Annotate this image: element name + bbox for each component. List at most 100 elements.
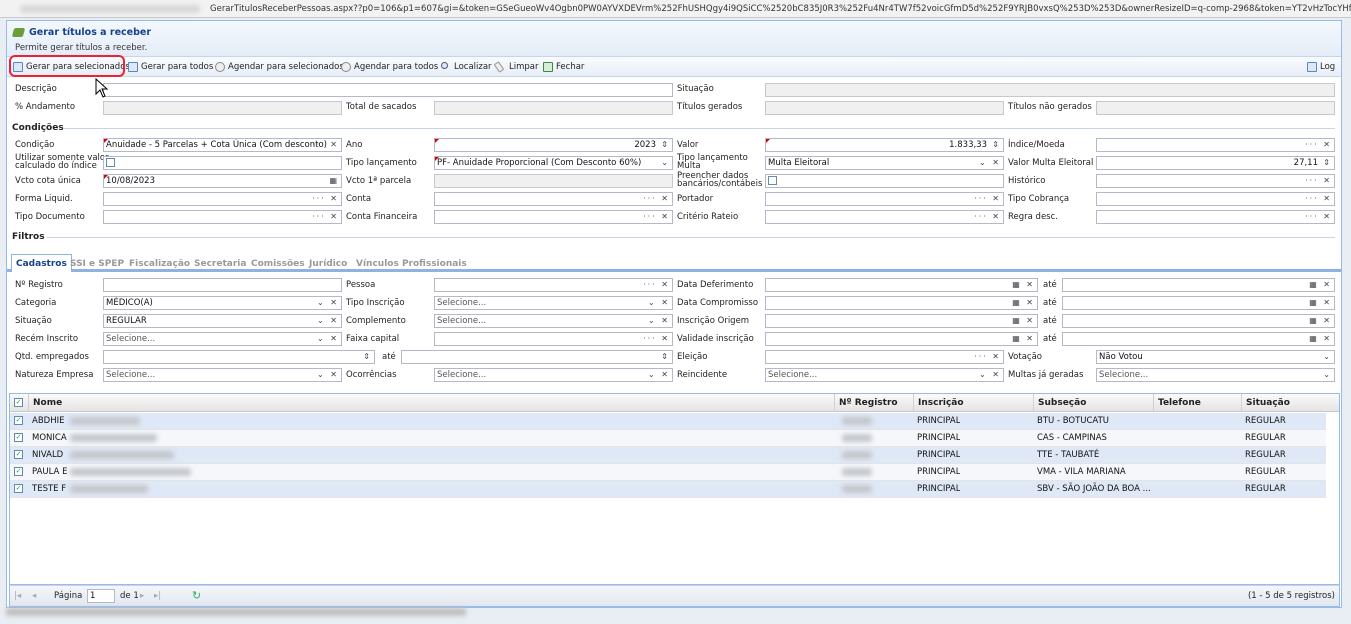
descricao-field[interactable] xyxy=(103,83,673,97)
lookup-clear-icon[interactable]: ··· ✕ xyxy=(312,193,339,205)
data-compromisso-from[interactable]: ▦ ✕ xyxy=(765,296,1038,310)
tipo-cobranca-field[interactable]: ··· ✕ xyxy=(1096,192,1335,206)
pessoa-field[interactable]: ··· ✕ xyxy=(434,278,673,292)
calendar-clear-icon[interactable]: ▦ ✕ xyxy=(1309,297,1332,309)
row-checkbox[interactable]: ✓ xyxy=(14,467,23,476)
chevron-clear-icon[interactable]: ⌄ ✕ xyxy=(979,369,1001,381)
gerar-todos-button[interactable]: Gerar para todos xyxy=(128,60,213,74)
data-deferimento-to[interactable]: ▦ ✕ xyxy=(1062,278,1335,292)
natureza-select[interactable]: Selecione... ⌄ ✕ xyxy=(103,368,342,382)
col-subsecao[interactable]: Subseção xyxy=(1033,394,1153,412)
complemento-select[interactable]: Selecione... ⌄ ✕ xyxy=(434,314,673,328)
categoria-select[interactable]: MÉDICO(A) ⌄ ✕ xyxy=(103,296,342,310)
calendar-clear-icon[interactable]: ▦ ✕ xyxy=(1012,315,1035,327)
preencher-checkbox[interactable] xyxy=(768,176,777,185)
chevron-clear-icon[interactable]: ⌄ ✕ xyxy=(317,369,339,381)
chevron-clear-icon[interactable]: ⌄ ✕ xyxy=(648,297,670,309)
lookup-clear-icon[interactable]: ··· ✕ xyxy=(312,139,339,151)
ocorrencias-select[interactable]: Selecione... ⌄ ✕ xyxy=(434,368,673,382)
calendar-clear-icon[interactable]: ▦ ✕ xyxy=(1012,333,1035,345)
chevron-clear-icon[interactable]: ⌄ ✕ xyxy=(317,297,339,309)
spinner-icon[interactable]: ⇕ xyxy=(661,139,670,151)
tipo-lanc-select[interactable]: PF- Anuidade Proporcional (Com Desconto … xyxy=(434,156,673,170)
lookup-clear-icon[interactable]: ··· ✕ xyxy=(974,193,1001,205)
tab-fiscalizacao[interactable]: Fiscalização xyxy=(125,256,194,272)
qtd-to[interactable]: ⇕ xyxy=(401,350,673,364)
inscricao-origem-to[interactable]: ▦ ✕ xyxy=(1062,314,1335,328)
tab-ssi-spep[interactable]: SSI e SPEP xyxy=(66,256,128,272)
lookup-clear-icon[interactable]: ··· ✕ xyxy=(643,211,670,223)
tab-juridico[interactable]: Jurídico xyxy=(305,256,351,272)
spinner-icon[interactable]: ⇕ xyxy=(1323,157,1332,169)
lookup-clear-icon[interactable]: ··· ✕ xyxy=(1305,175,1332,187)
agendar-selecionados-button[interactable]: Agendar para selecionados xyxy=(215,60,344,74)
multas-select[interactable]: Selecione... ⌄ xyxy=(1096,368,1335,382)
faixa-field[interactable]: ··· ✕ xyxy=(434,332,673,346)
row-checkbox[interactable]: ✓ xyxy=(14,433,23,442)
first-page-icon[interactable]: |◂ xyxy=(14,592,21,601)
conta-field[interactable]: ··· ✕ xyxy=(434,192,673,206)
data-deferimento-from[interactable]: ▦ ✕ xyxy=(765,278,1038,292)
table-row[interactable]: ✓ PAULA E PRINCIPAL VMA - VILA MARIANA REGUL… xyxy=(10,464,1326,481)
prev-page-icon[interactable]: ◂ xyxy=(32,592,36,601)
tipo-inscricao-select[interactable]: Selecione... ⌄ ✕ xyxy=(434,296,673,310)
valor-field[interactable]: 1.833,33 ⇕ xyxy=(765,138,1004,152)
fechar-button[interactable]: Fechar xyxy=(543,60,584,74)
row-checkbox[interactable]: ✓ xyxy=(14,416,23,425)
chevron-down-icon[interactable]: ⌄ xyxy=(661,157,670,169)
nregistro-field[interactable] xyxy=(103,278,342,292)
qtd-from[interactable]: ⇕ xyxy=(103,350,375,364)
data-compromisso-to[interactable]: ▦ ✕ xyxy=(1062,296,1335,310)
lookup-clear-icon[interactable]: ··· ✕ xyxy=(312,211,339,223)
next-page-icon[interactable]: ▸ xyxy=(140,592,144,601)
lookup-clear-icon[interactable]: ··· ✕ xyxy=(1305,211,1332,223)
table-row[interactable]: ✓ ABDHIE PRINCIPAL BTU - BOTUCATU REGULAR xyxy=(10,413,1326,430)
utilizar-checkbox[interactable] xyxy=(106,158,115,167)
lookup-clear-icon[interactable]: ··· ✕ xyxy=(643,279,670,291)
calendar-clear-icon[interactable]: ▦ ✕ xyxy=(1309,279,1332,291)
page-input[interactable]: 1 xyxy=(87,589,115,603)
col-inscricao[interactable]: Inscrição xyxy=(913,394,1033,412)
reincidente-select[interactable]: Selecione... ⌄ ✕ xyxy=(765,368,1004,382)
chevron-clear-icon[interactable]: ⌄ ✕ xyxy=(648,315,670,327)
select-all-checkbox[interactable]: ✓ xyxy=(14,398,23,407)
refresh-icon[interactable]: ↻ xyxy=(192,590,201,601)
valor-multa-field[interactable]: 27,11 ⇕ xyxy=(1096,156,1335,170)
lookup-clear-icon[interactable]: ··· ✕ xyxy=(643,193,670,205)
inscricao-origem-from[interactable]: ▦ ✕ xyxy=(765,314,1038,328)
recem-select[interactable]: Selecione... ⌄ ✕ xyxy=(103,332,342,346)
table-row[interactable]: ✓ TESTE F PRINCIPAL SBV - SÃO JOÃO DA BOA .… xyxy=(10,481,1326,498)
tab-secretaria[interactable]: Secretaria xyxy=(190,256,250,272)
col-nome[interactable]: Nome xyxy=(28,394,834,412)
lookup-clear-icon[interactable]: ··· ✕ xyxy=(974,211,1001,223)
chevron-down-icon[interactable]: ⌄ xyxy=(1323,351,1332,363)
spinner-icon[interactable]: ⇕ xyxy=(363,351,372,363)
chevron-clear-icon[interactable]: ⌄ ✕ xyxy=(648,369,670,381)
tipo-lanc-multa-select[interactable]: Multa Eleitoral ⌄ ✕ xyxy=(765,156,1004,170)
localizar-button[interactable]: Localizar xyxy=(441,60,492,74)
tab-comissoes[interactable]: Comissões xyxy=(247,256,309,272)
lookup-clear-icon[interactable]: ··· ✕ xyxy=(1305,139,1332,151)
tab-vinculos[interactable]: Vínculos Profissionais xyxy=(352,256,471,272)
validade-from[interactable]: ▦ ✕ xyxy=(765,332,1038,346)
lookup-clear-icon[interactable]: ··· ✕ xyxy=(1305,193,1332,205)
calendar-icon[interactable]: ▦ xyxy=(329,175,339,187)
lookup-clear-icon[interactable]: ··· ✕ xyxy=(643,333,670,345)
tab-cadastros[interactable]: Cadastros xyxy=(11,254,72,272)
log-button[interactable]: Log xyxy=(1307,60,1335,74)
table-row[interactable]: ✓ NIVALD PRINCIPAL TTE - TAUBATÉ REGULAR xyxy=(10,447,1326,464)
calendar-clear-icon[interactable]: ▦ ✕ xyxy=(1012,297,1035,309)
chevron-clear-icon[interactable]: ⌄ ✕ xyxy=(979,157,1001,169)
chevron-clear-icon[interactable]: ⌄ ✕ xyxy=(317,315,339,327)
portador-field[interactable]: ··· ✕ xyxy=(765,192,1004,206)
calendar-clear-icon[interactable]: ▦ ✕ xyxy=(1309,315,1332,327)
table-row[interactable]: ✓ MONICA PRINCIPAL CAS - CAMPINAS REGULAR xyxy=(10,430,1326,447)
criterio-field[interactable]: ··· ✕ xyxy=(765,210,1004,224)
spinner-icon[interactable]: ⇕ xyxy=(661,351,670,363)
row-checkbox[interactable]: ✓ xyxy=(14,450,23,459)
votacao-select[interactable]: Não Votou ⌄ xyxy=(1096,350,1335,364)
lookup-clear-icon[interactable]: ··· ✕ xyxy=(974,351,1001,363)
row-checkbox[interactable]: ✓ xyxy=(14,484,23,493)
col-telefone[interactable]: Telefone xyxy=(1153,394,1241,412)
ano-field[interactable]: 2023 ⇕ xyxy=(434,138,673,152)
